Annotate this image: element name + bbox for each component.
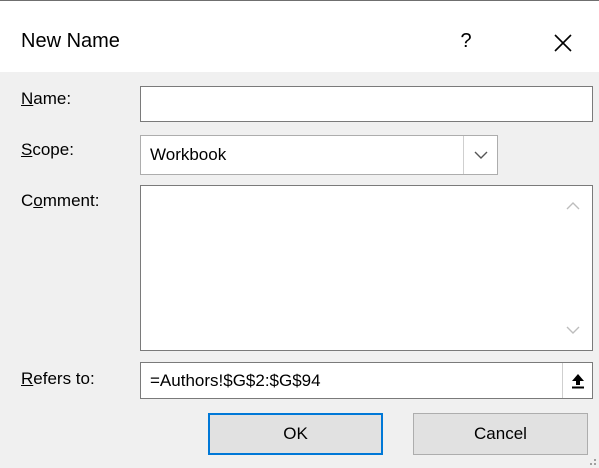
comment-label-text: mment: bbox=[42, 191, 100, 210]
close-icon bbox=[554, 34, 572, 52]
scope-label-accesskey: S bbox=[21, 140, 33, 159]
scope-select-value: Workbook bbox=[150, 145, 227, 164]
name-label-accesskey: N bbox=[21, 89, 34, 108]
collapse-dialog-button[interactable] bbox=[562, 363, 592, 398]
ok-button[interactable]: OK bbox=[208, 413, 383, 455]
scope-dropdown-button[interactable] bbox=[463, 136, 497, 174]
scope-label: Scope: bbox=[21, 140, 74, 160]
chevron-down-icon bbox=[566, 326, 580, 334]
name-label: Name: bbox=[21, 89, 71, 109]
new-name-dialog: New Name ? Name: Scope: Workbook Comment… bbox=[0, 0, 599, 468]
scroll-down-button[interactable] bbox=[554, 310, 592, 350]
scroll-up-button[interactable] bbox=[554, 186, 592, 226]
refers-to-label-text: efers to: bbox=[33, 369, 95, 388]
comment-label: Comment: bbox=[21, 191, 99, 211]
refers-to-label-accesskey: R bbox=[21, 369, 34, 388]
refers-to-input[interactable]: =Authors!$G$2:$G$94 bbox=[140, 362, 593, 399]
scope-select[interactable]: Workbook bbox=[140, 135, 498, 175]
cancel-button[interactable]: Cancel bbox=[413, 413, 588, 455]
refers-to-input-value: =Authors!$G$2:$G$94 bbox=[150, 370, 321, 390]
comment-textarea[interactable] bbox=[140, 185, 593, 351]
help-button[interactable]: ? bbox=[450, 25, 482, 57]
name-label-text: ame: bbox=[33, 89, 72, 108]
refers-to-label: Refers to: bbox=[21, 369, 95, 389]
comment-label-prefix: C bbox=[21, 191, 34, 210]
comment-label-accesskey: o bbox=[33, 191, 43, 210]
chevron-down-icon bbox=[474, 151, 487, 159]
close-button[interactable] bbox=[545, 25, 581, 61]
scope-label-text: cope: bbox=[32, 140, 74, 159]
title-bar: New Name ? bbox=[0, 1, 599, 72]
collapse-dialog-icon bbox=[571, 373, 584, 388]
chevron-up-icon bbox=[566, 202, 580, 210]
name-input[interactable] bbox=[140, 86, 593, 122]
comment-scrollbar[interactable] bbox=[554, 186, 592, 350]
dialog-title: New Name bbox=[21, 30, 120, 52]
resize-grip-icon[interactable] bbox=[585, 454, 597, 466]
